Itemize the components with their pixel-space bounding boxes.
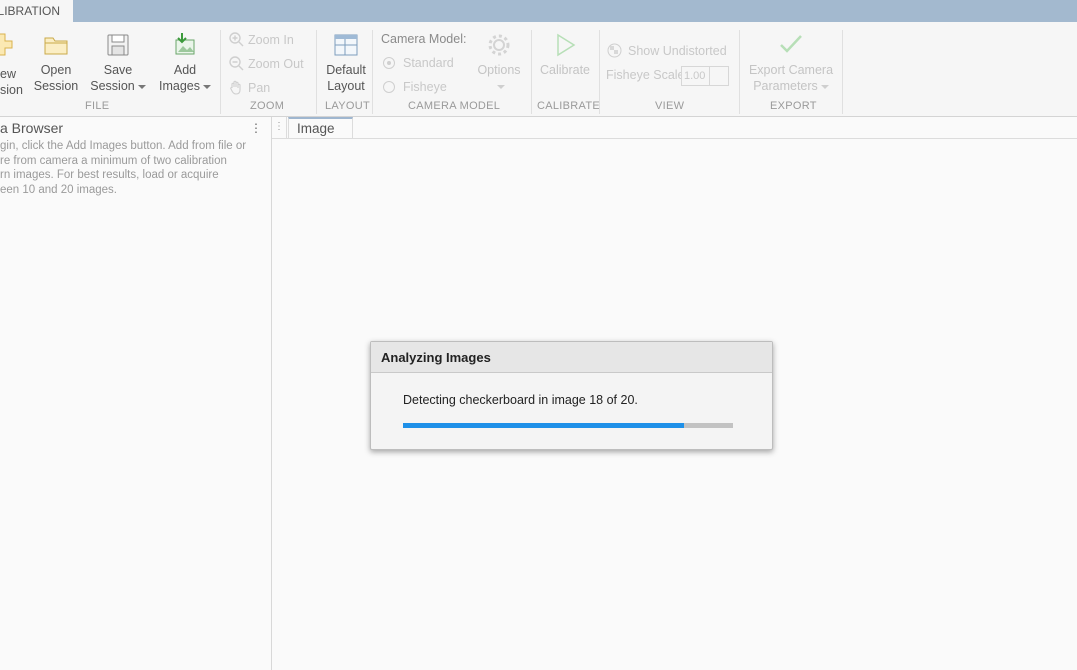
tab-calibration-label: ALIBRATION <box>0 4 60 18</box>
zoom-group-label: ZOOM <box>250 100 285 112</box>
tab-image[interactable]: Image <box>288 117 353 138</box>
chevron-down-icon[interactable] <box>496 84 505 89</box>
add-images-button[interactable]: Add Images <box>154 32 216 94</box>
add-images-label-2: Images <box>159 79 200 93</box>
dialog-message: Detecting checkerboard in image 18 of 20… <box>403 393 638 407</box>
save-session-button[interactable]: Save Session <box>88 32 148 94</box>
fisheye-label: Fisheye <box>403 80 447 94</box>
gear-icon <box>488 34 510 56</box>
file-group-label: FILE <box>85 100 110 112</box>
save-session-label-2: Session <box>90 79 135 93</box>
zoom-in-icon <box>229 32 244 47</box>
add-images-label-1: Add <box>173 63 197 77</box>
new-session-label-2: sion <box>0 83 23 97</box>
fisheye-scale-value: 1.00 <box>684 70 706 82</box>
new-session-label-1: ew <box>0 67 16 81</box>
export-camera-parameters-button[interactable]: Export Camera Parameters <box>745 32 837 94</box>
spinner-arrows[interactable] <box>709 67 728 85</box>
options-label: Options <box>477 63 521 77</box>
data-browser-panel: a Browser ⋮ gin, click the Add Images bu… <box>0 117 272 670</box>
fisheye-radio[interactable] <box>383 81 395 93</box>
layout-group-label: LAYOUT <box>325 100 370 112</box>
toolstrip-tab-bar <box>0 0 1077 22</box>
analyzing-images-dialog: Analyzing Images Detecting checkerboard … <box>370 341 773 450</box>
document-tab-bar: ⋮ Image <box>272 117 1077 139</box>
calibrate-group-label: CALIBRATE <box>537 100 601 112</box>
pan-button[interactable]: Pan <box>228 79 270 95</box>
instruction-line: rn images. For best results, load or acq… <box>0 169 219 182</box>
view-group-label: VIEW <box>655 100 685 112</box>
options-button[interactable]: Options <box>472 32 526 94</box>
toolstrip: ew sion Open Session Save Session Add Ima… <box>0 22 1077 117</box>
separator <box>739 30 740 114</box>
separator <box>842 30 843 114</box>
separator <box>531 30 532 114</box>
chevron-down-icon[interactable] <box>820 84 829 89</box>
layout-icon <box>334 34 358 56</box>
separator <box>372 30 373 114</box>
data-browser-title: a Browser <box>0 120 64 136</box>
zoom-out-label: Zoom Out <box>248 57 304 71</box>
folder-icon <box>44 37 68 55</box>
default-layout-button[interactable]: Default Layout <box>321 32 371 94</box>
camera-model-title: Camera Model: <box>381 32 467 46</box>
export-group-label: EXPORT <box>770 100 817 112</box>
save-session-label-1: Save <box>103 63 133 77</box>
checkmark-icon <box>780 35 802 53</box>
instruction-line: gin, click the Add Images button. Add fr… <box>0 140 247 152</box>
default-layout-label-1: Default <box>326 63 366 77</box>
add-images-icon <box>175 33 195 55</box>
separator <box>316 30 317 114</box>
chevron-down-icon[interactable] <box>137 84 146 89</box>
zoom-in-button[interactable]: Zoom In <box>228 31 294 47</box>
tab-calibration[interactable]: ALIBRATION <box>0 0 73 23</box>
export-label-1: Export Camera <box>748 63 834 77</box>
open-session-label-2: Session <box>33 79 79 93</box>
separator <box>220 30 221 114</box>
checkerboard-icon <box>607 43 622 58</box>
zoom-in-label: Zoom In <box>248 33 294 47</box>
calibrate-label: Calibrate <box>539 63 591 77</box>
hand-icon <box>230 80 241 95</box>
plus-icon <box>0 33 13 56</box>
data-browser-instructions: gin, click the Add Images button. Add fr… <box>0 139 268 198</box>
progress-bar-fill <box>403 423 684 428</box>
standard-radio[interactable] <box>383 57 395 69</box>
camera-model-group-label: CAMERA MODEL <box>408 100 501 112</box>
chevron-down-icon[interactable] <box>203 84 211 89</box>
floppy-disk-icon <box>107 34 129 56</box>
calibrate-button[interactable]: Calibrate <box>536 32 594 78</box>
default-layout-label-2: Layout <box>327 79 365 93</box>
pan-label: Pan <box>248 81 271 95</box>
show-undistorted-label: Show Undistorted <box>628 44 727 58</box>
export-label-2: Parameters <box>753 79 818 93</box>
instruction-line: een 10 and 20 images. <box>0 184 118 197</box>
fisheye-scale-label: Fisheye Scale <box>606 68 685 82</box>
more-options-icon[interactable]: ⋮ <box>250 121 262 135</box>
fisheye-scale-spinner[interactable]: 1.00 <box>681 66 729 86</box>
open-session-button[interactable]: Open Session <box>33 32 79 94</box>
separator <box>599 30 600 114</box>
zoom-out-button[interactable]: Zoom Out <box>228 55 304 71</box>
instruction-line: re from camera a minimum of two calibrat… <box>0 154 227 167</box>
zoom-out-icon <box>229 56 244 71</box>
standard-label: Standard <box>403 56 454 70</box>
open-session-label-1: Open <box>40 63 72 77</box>
tab-image-label: Image <box>297 121 335 136</box>
document-grip-icon[interactable]: ⋮ <box>272 117 287 138</box>
dialog-title: Analyzing Images <box>371 342 772 373</box>
progress-bar <box>403 423 733 428</box>
show-undistorted-button[interactable]: Show Undistorted <box>607 43 727 58</box>
play-icon <box>557 33 576 57</box>
